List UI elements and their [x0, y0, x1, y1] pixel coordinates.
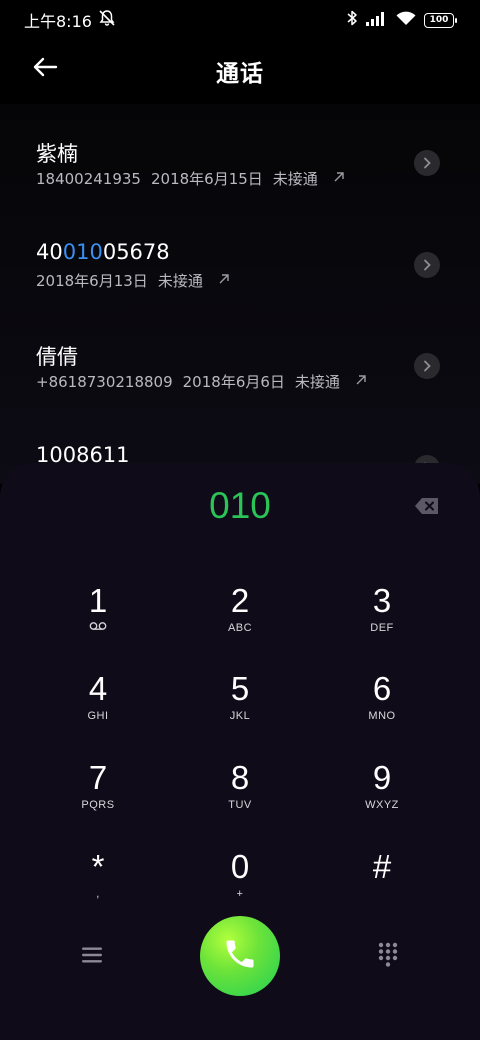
app-header: 通话: [0, 40, 480, 100]
key-letters: ABC: [227, 622, 253, 634]
key-letters: DEF: [370, 622, 394, 634]
dialed-number: 010: [209, 485, 271, 526]
name-match-highlight: 010: [62, 240, 103, 264]
call-status: 未接通: [157, 272, 203, 290]
call-status: 未接通: [272, 170, 318, 188]
key-4[interactable]: 4 GHI: [38, 669, 158, 749]
call-details: +8618730218809 2018年6月6日 未接通: [36, 371, 368, 392]
dialpad-panel: 010 1 2 ABC 3 DEF 4 GHI 5 JKL 6 MNO 7 PQ…: [0, 463, 480, 1040]
dialpad-icon: [377, 942, 399, 972]
phone-icon: [222, 936, 258, 976]
key-letters: ,: [96, 888, 100, 900]
status-bar-right: 100: [346, 10, 457, 30]
key-8[interactable]: 8 TUV: [180, 758, 300, 838]
key-letters: JKL: [229, 710, 251, 722]
clock: 上午8:16: [24, 12, 92, 31]
key-digit: #: [372, 848, 392, 885]
call-button[interactable]: [200, 916, 280, 996]
key-digit: 9: [372, 759, 392, 796]
signal-icon: [366, 11, 388, 30]
backspace-icon: [414, 498, 440, 519]
key-9[interactable]: 9 WXYZ: [322, 758, 442, 838]
bell-off-icon: [98, 9, 116, 31]
call-log-item[interactable]: 倩倩 +8618730218809 2018年6月6日 未接通: [0, 307, 480, 407]
contact-name: 紫楠: [36, 138, 78, 168]
key-digit: *: [91, 848, 105, 885]
key-5[interactable]: 5 JKL: [180, 669, 300, 749]
key-digit: 1: [88, 582, 108, 619]
key-letters: PQRS: [81, 799, 115, 811]
key-digit: 5: [230, 670, 250, 707]
key-digit: 4: [88, 670, 108, 707]
key-letters: WXYZ: [365, 799, 399, 811]
wifi-icon: [396, 11, 416, 30]
key-digit: 3: [372, 582, 392, 619]
outgoing-arrow-icon: [217, 272, 231, 290]
key-3[interactable]: 3 DEF: [322, 581, 442, 661]
bluetooth-icon: [346, 10, 358, 30]
name-part: 紫楠: [36, 142, 78, 166]
key-letters: GHI: [87, 710, 109, 722]
outgoing-arrow-icon: [332, 170, 346, 188]
keypad-toggle-button[interactable]: [368, 937, 408, 977]
call-date: 2018年6月15日: [150, 170, 263, 188]
key-star[interactable]: * ,: [38, 847, 158, 927]
name-part: 05678: [102, 240, 170, 264]
phone-number: 18400241935: [36, 169, 141, 188]
key-digit: 6: [372, 670, 392, 707]
call-date: 2018年6月13日: [36, 272, 148, 290]
call-details: 2018年6月13日 未接通: [36, 270, 231, 291]
key-digit: 0: [230, 848, 250, 885]
key-digit: 2: [230, 582, 250, 619]
call-status: 未接通: [294, 373, 340, 391]
key-7[interactable]: 7 PQRS: [38, 758, 158, 838]
key-letters: MNO: [368, 710, 396, 722]
call-details: 18400241935 2018年6月15日 未接通: [36, 168, 346, 189]
name-part: 40: [36, 240, 63, 264]
outgoing-arrow-icon: [354, 373, 368, 391]
name-part: 倩倩: [36, 345, 78, 369]
menu-button[interactable]: [72, 937, 112, 977]
battery-level: 100: [429, 15, 449, 25]
status-bar-left: 上午8:16: [24, 8, 116, 32]
contact-name: 倩倩: [36, 341, 78, 371]
key-letters: +: [236, 888, 244, 900]
key-2[interactable]: 2 ABC: [180, 581, 300, 661]
key-0[interactable]: 0 +: [180, 847, 300, 927]
details-button[interactable]: [414, 252, 440, 278]
chevron-right-icon: [422, 256, 432, 275]
status-bar: 上午8:16 100: [0, 0, 480, 40]
battery-indicator: 100: [424, 12, 457, 28]
details-button[interactable]: [414, 353, 440, 379]
voicemail-icon: [38, 621, 158, 635]
key-6[interactable]: 6 MNO: [322, 669, 442, 749]
menu-icon: [81, 946, 103, 968]
key-digit: 7: [88, 759, 108, 796]
delete-button[interactable]: [414, 497, 440, 517]
page-title: 通话: [216, 61, 264, 87]
chevron-right-icon: [422, 357, 432, 376]
call-log-item[interactable]: 紫楠 18400241935 2018年6月15日 未接通: [0, 104, 480, 204]
call-log-list: 紫楠 18400241935 2018年6月15日 未接通 4001005678…: [0, 104, 480, 484]
key-letters: TUV: [228, 799, 252, 811]
key-letters: [322, 887, 442, 901]
chevron-right-icon: [422, 154, 432, 173]
details-button[interactable]: [414, 150, 440, 176]
key-hash[interactable]: #: [322, 847, 442, 927]
contact-name: 4001005678: [36, 240, 170, 264]
call-log-item[interactable]: 4001005678 2018年6月13日 未接通: [0, 206, 480, 306]
key-digit: 8: [230, 759, 250, 796]
phone-number: +8618730218809: [36, 372, 173, 391]
call-date: 2018年6月6日: [182, 373, 285, 391]
key-1[interactable]: 1: [38, 581, 158, 661]
